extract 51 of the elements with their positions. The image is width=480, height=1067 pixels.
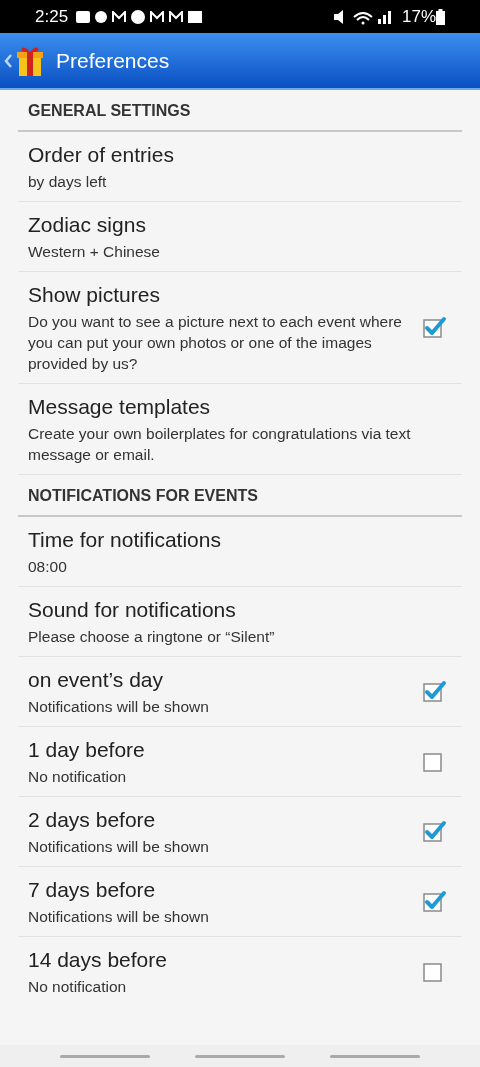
preference-summary: Create your own boilerplates for congratulations via text message or email. — [28, 424, 412, 465]
preference-summary: Please choose a ringtone or “Silent” — [28, 627, 276, 647]
preference-item[interactable]: 7 days before Notifications will be shown — [18, 867, 462, 937]
preference-item[interactable]: Sound for notifications Please choose a ringtone or “Silent” — [18, 587, 462, 657]
preference-summary: Western + Chinese — [28, 242, 161, 262]
section-header: GENERAL SETTINGS — [28, 102, 191, 119]
preference-summary: 08:00 — [28, 557, 68, 577]
checked-checkbox[interactable] — [422, 315, 448, 340]
nav-handle[interactable] — [330, 1054, 420, 1058]
nav-handle[interactable] — [195, 1054, 285, 1058]
preference-title: Sound for notifications — [28, 597, 237, 623]
preference-title: 14 days before — [28, 947, 168, 973]
preference-title: Show pictures — [28, 282, 161, 308]
preference-item[interactable]: Show pictures Do you want to see a picture next to each event where you can put your own photos or one of the images provided by us? — [18, 272, 462, 384]
mail-icon — [169, 10, 184, 23]
preference-title: Zodiac signs — [28, 212, 147, 238]
preference-title: 1 day before — [28, 737, 146, 763]
checked-checkbox[interactable] — [422, 819, 448, 844]
preference-title: on event’s day — [28, 667, 165, 693]
preference-item[interactable]: Zodiac signs Western + Chinese — [18, 202, 462, 272]
signal-icons — [331, 8, 394, 25]
preference-summary: Notifications will be shown — [28, 907, 210, 927]
preference-item[interactable]: on event’s day Notifications will be shown — [18, 657, 462, 727]
preference-item[interactable]: Time for notifications 08:00 — [18, 517, 462, 587]
app-bar-title: Preferences — [56, 47, 170, 74]
preference-summary: Notifications will be shown — [28, 837, 210, 857]
preference-item[interactable]: Message templates Create your own boilerplates for congratulations via text message or email. — [18, 384, 462, 475]
preference-summary: Notifications will be shown — [28, 697, 210, 717]
mail-icon — [112, 10, 127, 23]
preference-summary: Do you want to see a picture next to each event where you can put your own photos or one of the images provided by us? — [28, 312, 403, 374]
back-icon — [4, 52, 12, 69]
preference-title: 7 days before — [28, 877, 157, 903]
section-header: NOTIFICATIONS FOR EVENTS — [28, 487, 258, 504]
preference-title: Order of entries — [28, 142, 175, 168]
clock: 2:25 — [35, 5, 69, 28]
preference-title: Message templates — [28, 394, 212, 420]
preference-summary: No notification — [28, 977, 128, 997]
preference-summary: No notification — [28, 767, 128, 787]
checked-checkbox[interactable] — [422, 679, 448, 704]
preference-title: 2 days before — [28, 807, 157, 833]
battery-percent: 17% — [401, 5, 436, 28]
preference-summary: by days left — [28, 172, 108, 192]
preference-item[interactable]: 14 days before No notification — [18, 937, 462, 1006]
preference-item[interactable]: Order of entries by days left — [18, 132, 462, 202]
mail-icon — [150, 10, 165, 23]
checked-checkbox[interactable] — [422, 889, 448, 914]
preference-item[interactable]: 1 day before No notification — [18, 727, 462, 797]
nav-handle[interactable] — [60, 1054, 150, 1058]
preference-item[interactable]: 2 days before Notifications will be shown — [18, 797, 462, 867]
preference-title: Time for notifications — [28, 527, 222, 553]
battery-icon — [436, 8, 445, 25]
